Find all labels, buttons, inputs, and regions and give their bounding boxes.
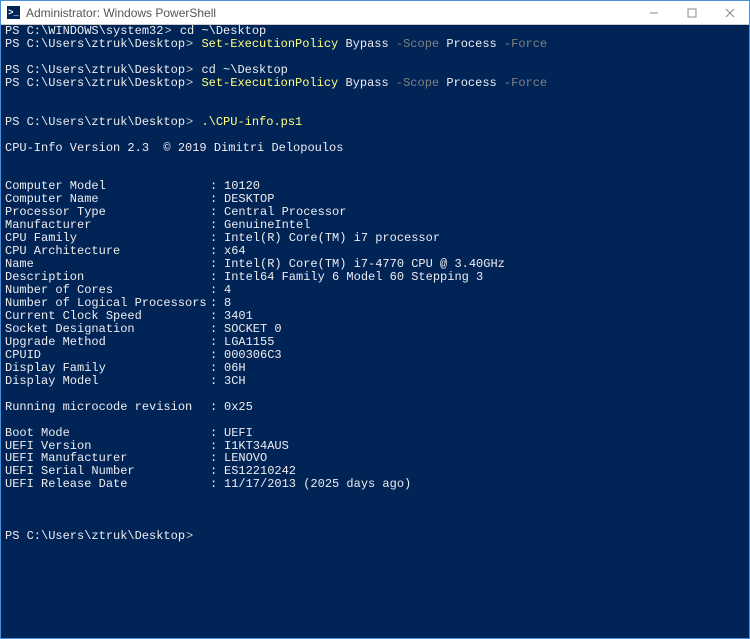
terminal-output[interactable]: PS C:\WINDOWS\system32> cd ~\DesktopPS C…	[1, 25, 749, 543]
info-label: Display Model	[5, 375, 210, 388]
prompt-path: PS C:\Users\ztruk\Desktop	[5, 37, 185, 51]
info-label: Display Family	[5, 362, 210, 375]
info-label: Boot Mode	[5, 427, 210, 440]
command-token: Bypass	[345, 76, 395, 90]
info-colon: :	[210, 349, 224, 362]
command-token: Set-ExecutionPolicy	[201, 37, 345, 51]
prompt-path: PS C:\Users\ztruk\Desktop	[5, 115, 185, 129]
terminal-line: CPU-Info Version 2.3 © 2019 Dimitri Delo…	[5, 142, 745, 155]
terminal-line: Computer Model: 10120	[5, 180, 745, 193]
terminal-line: CPUID: 000306C3	[5, 349, 745, 362]
prompt-path: PS C:\Users\ztruk\Desktop	[5, 529, 185, 543]
info-label: UEFI Release Date	[5, 478, 210, 491]
terminal-line: Description: Intel64 Family 6 Model 60 S…	[5, 271, 745, 284]
terminal-line: PS C:\Users\ztruk\Desktop>	[5, 530, 745, 543]
command-token: -Force	[504, 37, 547, 51]
info-value: SOCKET 0	[224, 323, 282, 336]
prompt-caret: >	[186, 115, 200, 129]
info-label: CPU Architecture	[5, 245, 210, 258]
info-label: CPUID	[5, 349, 210, 362]
info-colon: :	[210, 310, 224, 323]
command-token: -Scope	[396, 76, 446, 90]
info-value: LGA1155	[224, 336, 274, 349]
terminal-line: Running microcode revision: 0x25	[5, 401, 745, 414]
terminal-line	[5, 414, 745, 427]
info-value: 3401	[224, 310, 253, 323]
info-value: 06H	[224, 362, 246, 375]
terminal-line	[5, 155, 745, 168]
terminal-line: Upgrade Method: LGA1155	[5, 336, 745, 349]
terminal-line: Computer Name: DESKTOP	[5, 193, 745, 206]
command-token: Bypass	[345, 37, 395, 51]
info-value: Intel(R) Core(TM) i7 processor	[224, 232, 440, 245]
terminal-line: UEFI Release Date: 11/17/2013 (2025 days…	[5, 478, 745, 491]
command-token: Set-ExecutionPolicy	[201, 76, 345, 90]
command-token: Process	[446, 37, 504, 51]
info-colon: :	[210, 362, 224, 375]
window-title: Administrator: Windows PowerShell	[26, 6, 635, 20]
terminal-line	[5, 129, 745, 142]
info-value: 0x25	[224, 401, 253, 414]
terminal-line	[5, 90, 745, 103]
terminal-line	[5, 388, 745, 401]
prompt-path: PS C:\Users\ztruk\Desktop	[5, 63, 185, 77]
command-token: Process	[446, 76, 504, 90]
terminal-line: Display Model: 3CH	[5, 375, 745, 388]
info-colon: :	[210, 323, 224, 336]
window-titlebar: >_ Administrator: Windows PowerShell	[1, 1, 749, 25]
terminal-line	[5, 504, 745, 517]
powershell-icon: >_	[7, 6, 20, 19]
terminal-line: PS C:\Users\ztruk\Desktop> Set-Execution…	[5, 77, 745, 90]
info-label: Upgrade Method	[5, 336, 210, 349]
terminal-line: Socket Designation: SOCKET 0	[5, 323, 745, 336]
terminal-line: Processor Type: Central Processor	[5, 206, 745, 219]
terminal-line: Current Clock Speed: 3401	[5, 310, 745, 323]
prompt-caret: >	[186, 63, 200, 77]
prompt-caret: >	[186, 76, 200, 90]
command-token: cd ~\Desktop	[180, 24, 266, 38]
minimize-button[interactable]	[635, 1, 673, 24]
prompt-caret: >	[186, 37, 200, 51]
info-value: Intel64 Family 6 Model 60 Stepping 3	[224, 271, 483, 284]
terminal-line: PS C:\Users\ztruk\Desktop> Set-Execution…	[5, 38, 745, 51]
prompt-caret: >	[164, 24, 178, 38]
terminal-line: PS C:\Users\ztruk\Desktop> .\CPU-info.ps…	[5, 116, 745, 129]
info-colon: :	[210, 427, 224, 440]
info-colon: :	[210, 336, 224, 349]
command-token: .\CPU-info.ps1	[201, 115, 302, 129]
prompt-caret: >	[186, 529, 200, 543]
command-token: cd ~\Desktop	[201, 63, 287, 77]
info-label: Socket Designation	[5, 323, 210, 336]
terminal-line	[5, 167, 745, 180]
info-value: UEFI	[224, 427, 253, 440]
window-controls	[635, 1, 749, 24]
info-colon: :	[210, 478, 224, 491]
info-value: 3CH	[224, 375, 246, 388]
maximize-button[interactable]	[673, 1, 711, 24]
info-colon: :	[210, 375, 224, 388]
info-label: Running microcode revision	[5, 401, 210, 414]
command-token: -Force	[504, 76, 547, 90]
terminal-line: Display Family: 06H	[5, 362, 745, 375]
close-button[interactable]	[711, 1, 749, 24]
info-colon: :	[210, 401, 224, 414]
info-value: 11/17/2013 (2025 days ago)	[224, 478, 411, 491]
terminal-line: Boot Mode: UEFI	[5, 427, 745, 440]
prompt-path: PS C:\WINDOWS\system32	[5, 24, 163, 38]
info-label: Current Clock Speed	[5, 310, 210, 323]
command-token: -Scope	[396, 37, 446, 51]
info-value: 000306C3	[224, 349, 282, 362]
prompt-path: PS C:\Users\ztruk\Desktop	[5, 76, 185, 90]
terminal-line	[5, 491, 745, 504]
